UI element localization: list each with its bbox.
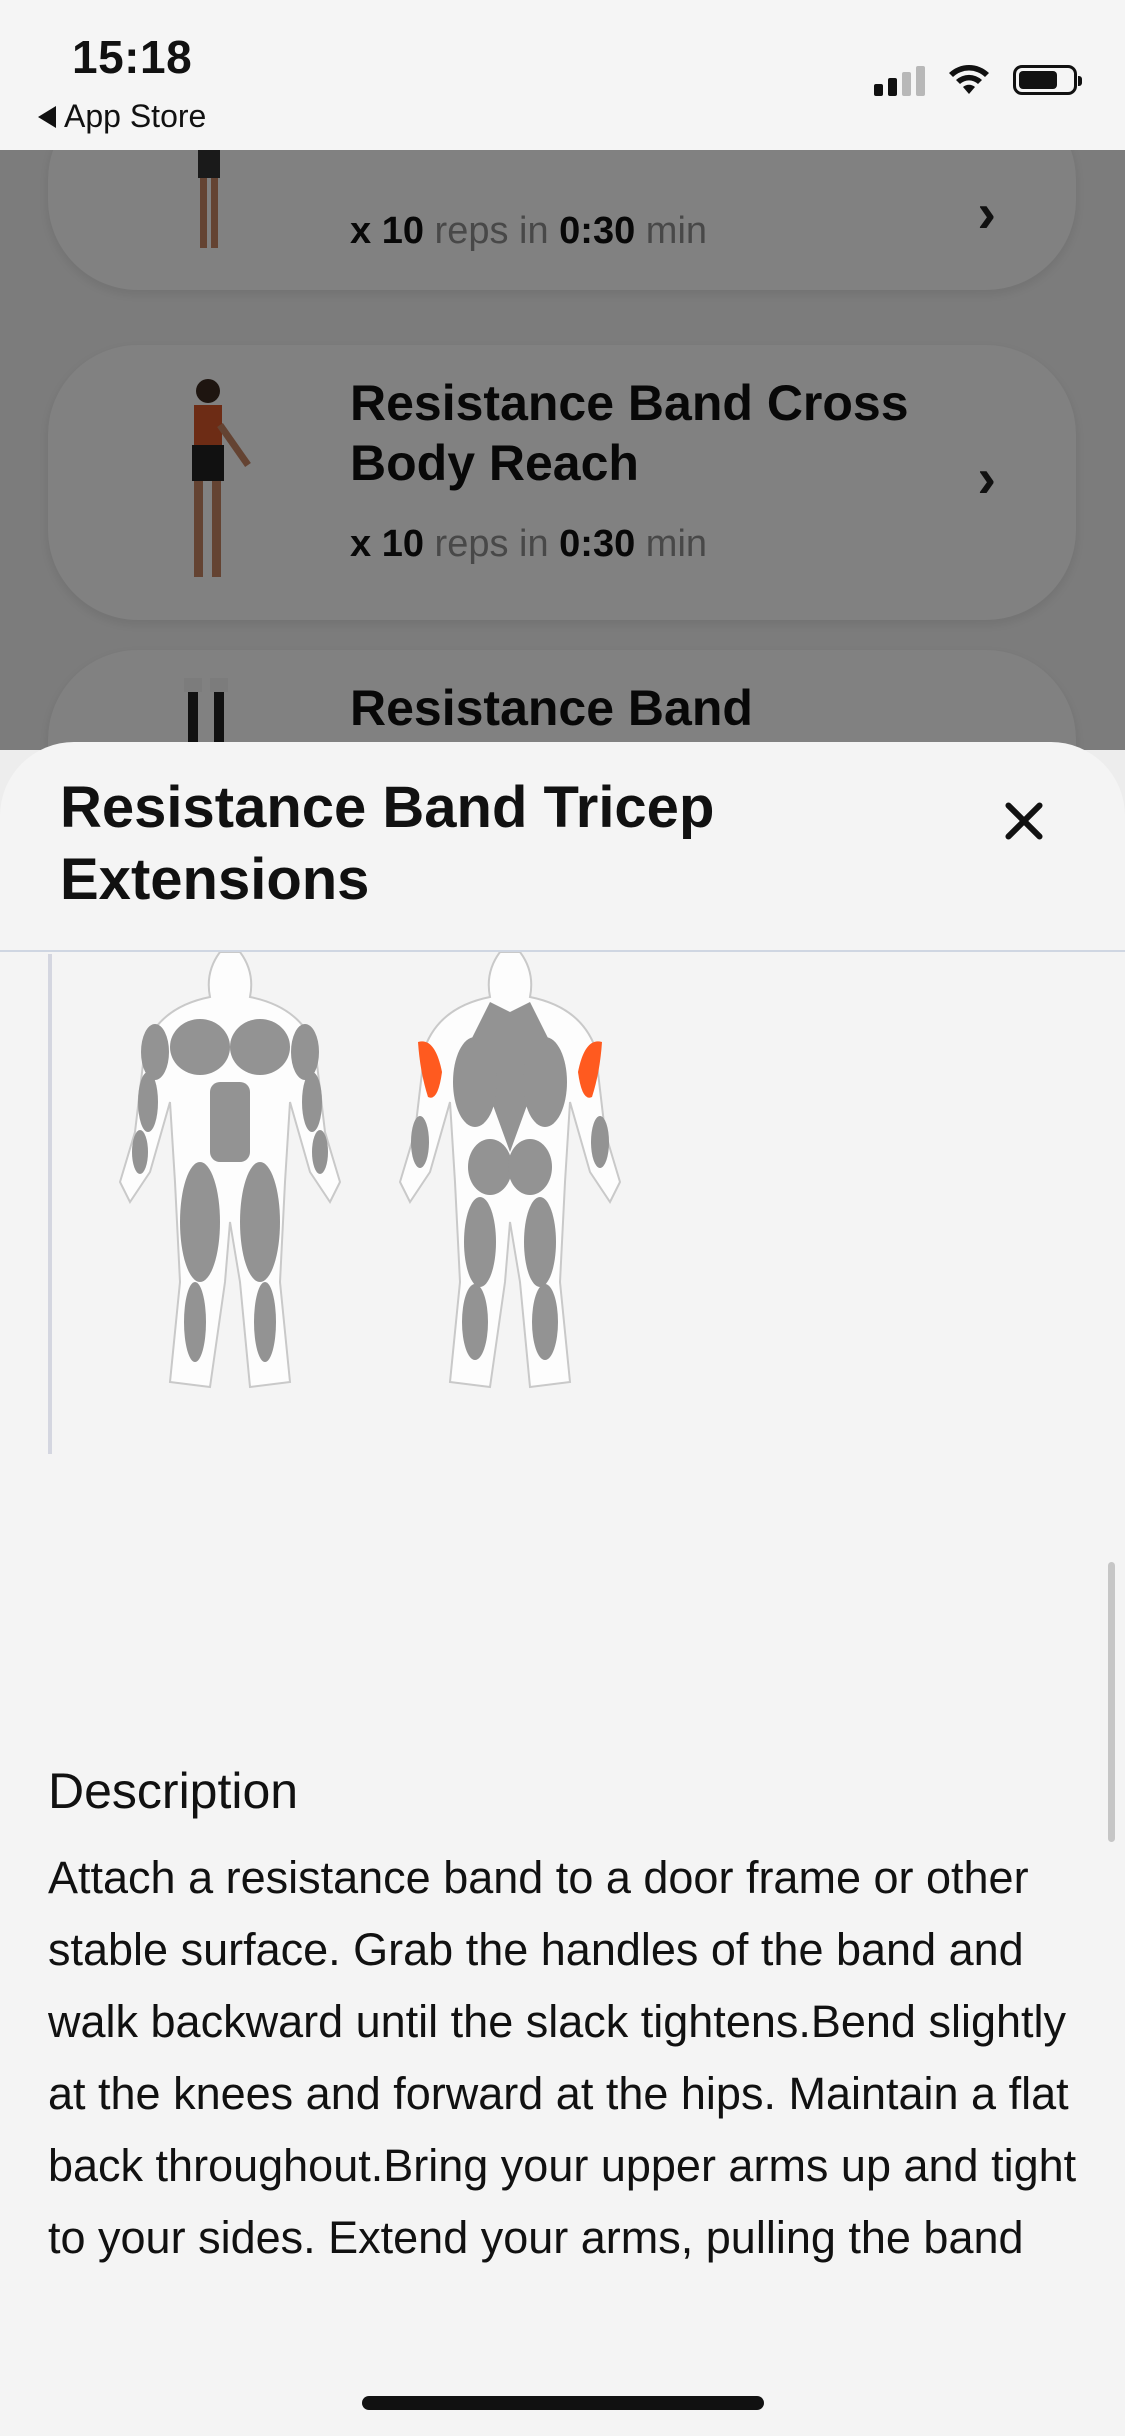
status-icons: [874, 64, 1082, 96]
scrollbar[interactable]: [1108, 1562, 1115, 1842]
description-heading: Description: [48, 1763, 299, 1819]
body-back-figure: [398, 952, 622, 1389]
battery-icon: [1013, 65, 1082, 95]
description-text: Attach a resistance band to a door frame…: [48, 1852, 1077, 2263]
status-bar: 15:18 App Store: [0, 0, 1125, 150]
exercise-detail-sheet: Resistance Band Tricep Extensions Descri…: [0, 742, 1125, 2436]
back-triangle-icon: [38, 105, 56, 128]
muscle-diagram: [118, 952, 622, 1389]
sheet-title: Resistance Band Tricep Extensions: [60, 775, 715, 912]
wifi-icon: [949, 65, 989, 94]
body-front-figure: [118, 952, 342, 1389]
modal-backdrop[interactable]: [0, 150, 1125, 750]
close-icon[interactable]: [1001, 798, 1047, 844]
back-to-app-store-link[interactable]: App Store: [38, 98, 206, 135]
cellular-signal-icon: [874, 64, 925, 96]
back-link-label: App Store: [64, 98, 207, 134]
image-border: [48, 954, 52, 1454]
status-time: 15:18: [72, 31, 193, 83]
home-indicator[interactable]: [362, 2396, 764, 2410]
